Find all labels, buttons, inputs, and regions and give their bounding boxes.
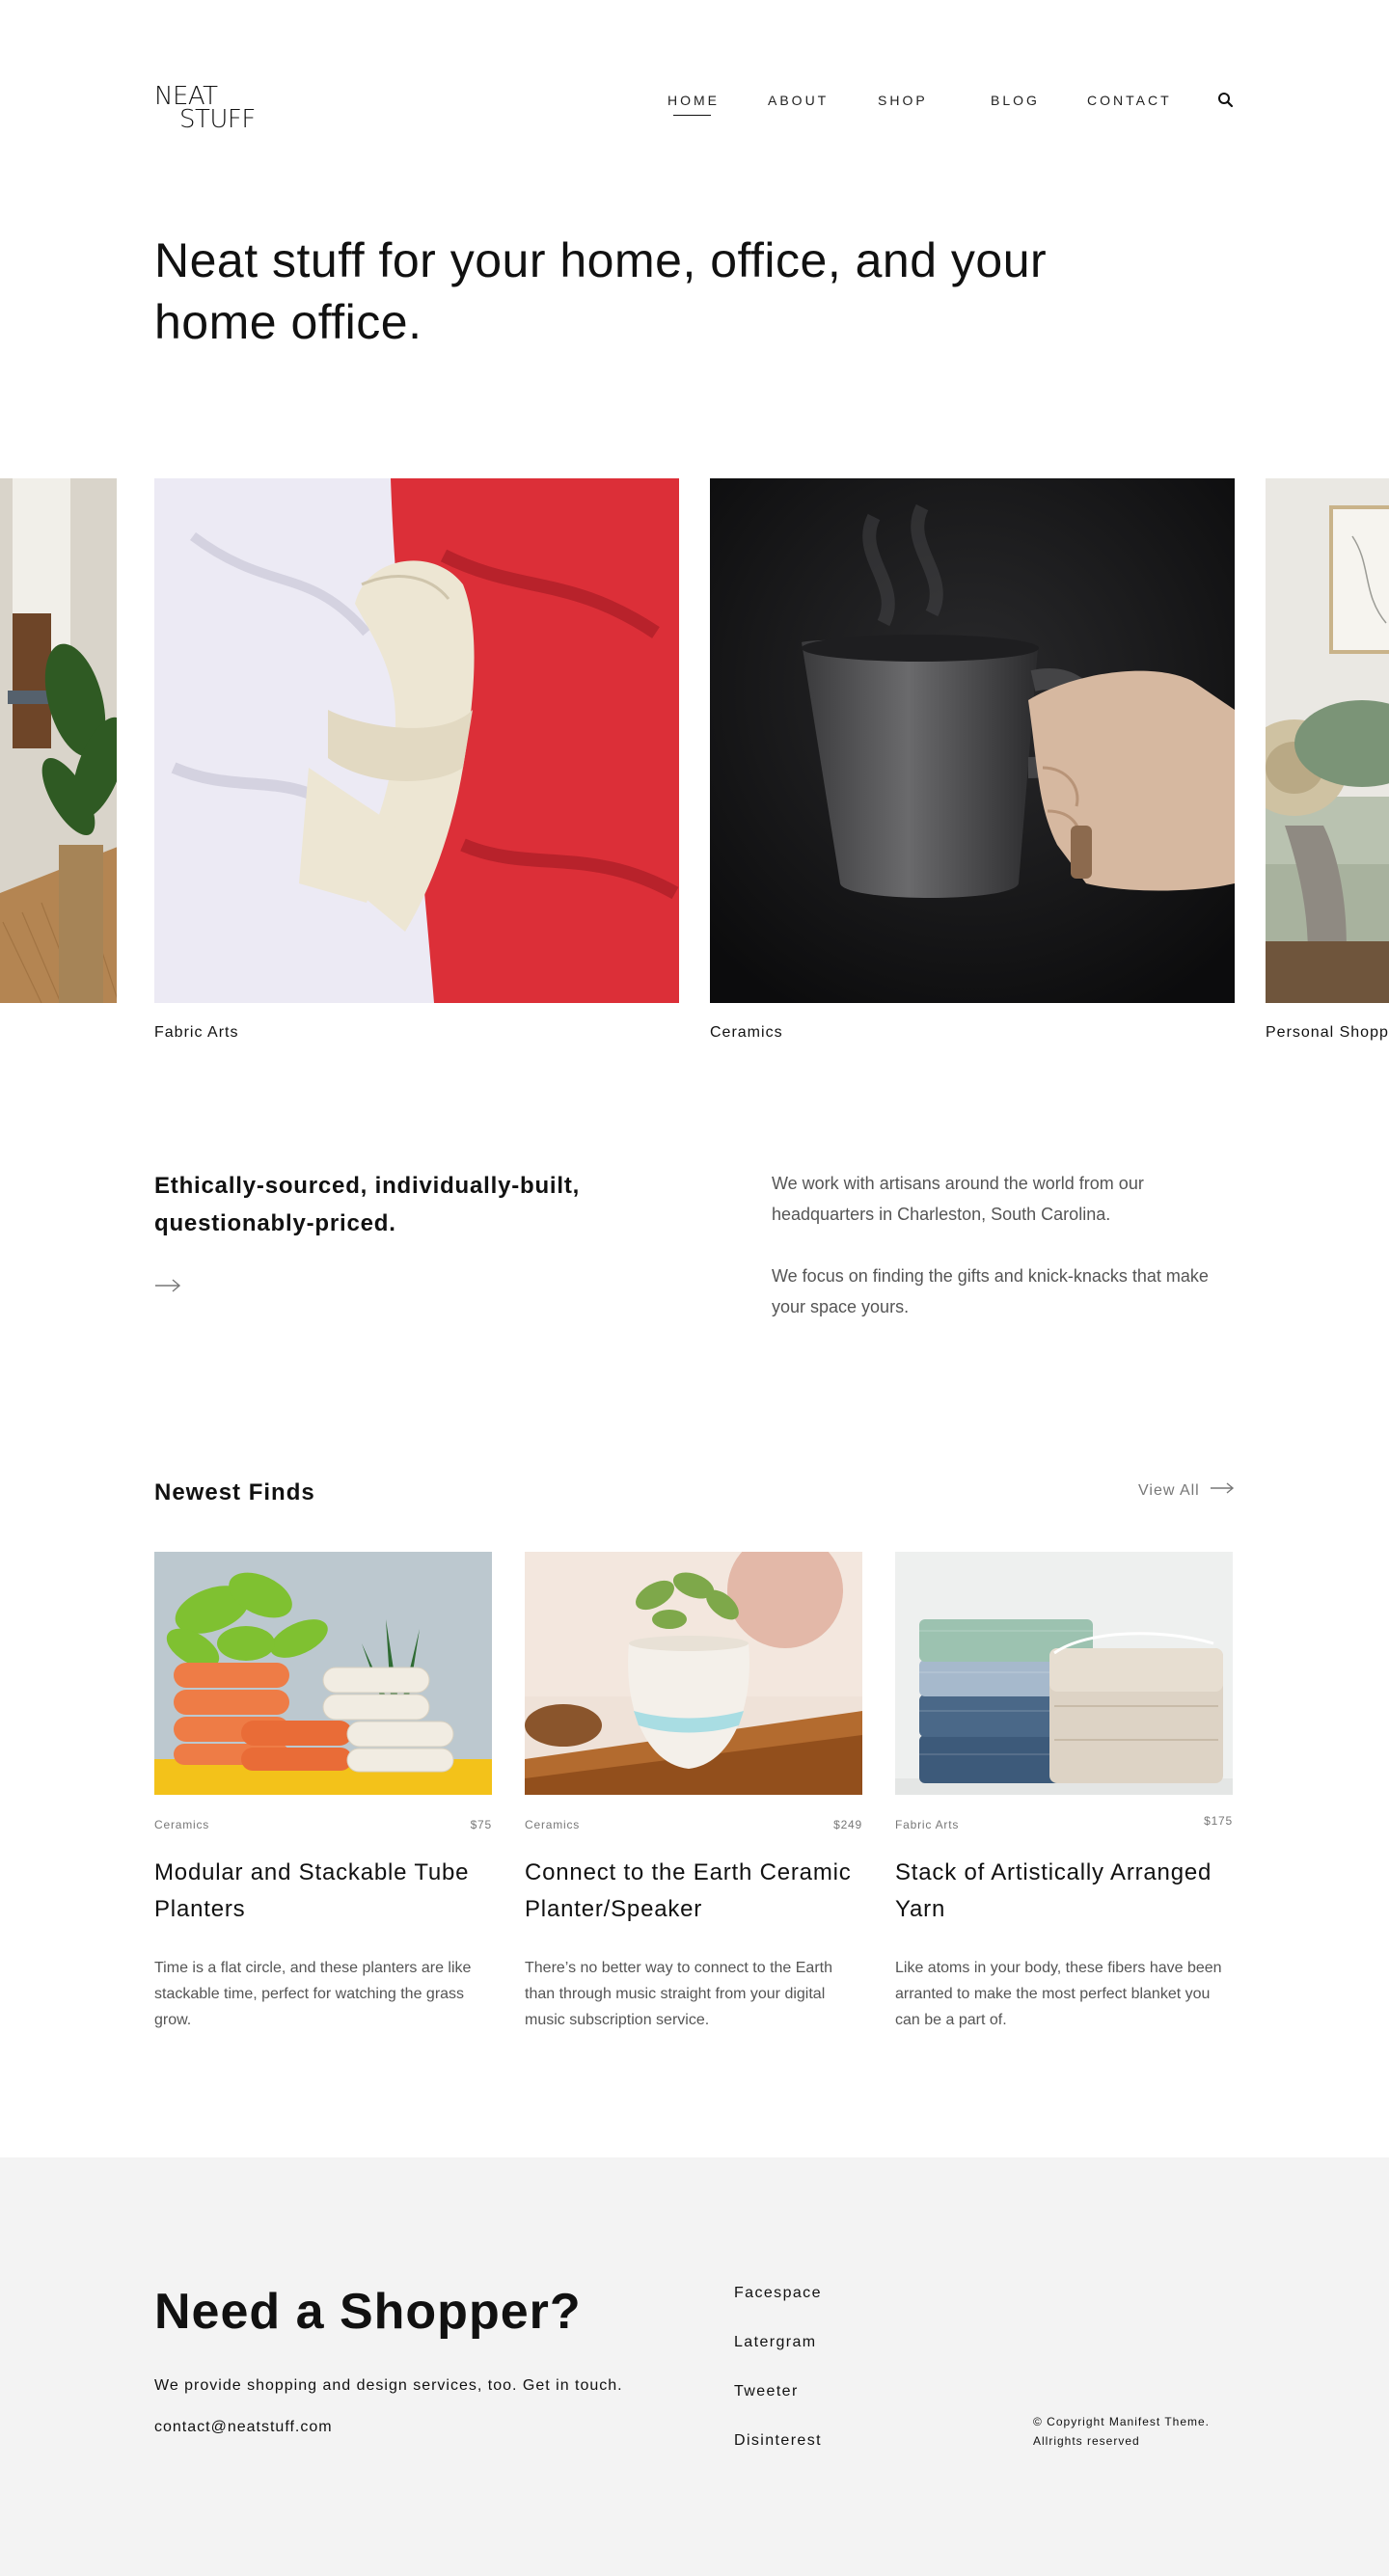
carousel-slide-ceramics[interactable]: Ceramics: [710, 478, 1235, 1042]
product-title[interactable]: Modular and Stackable Tube Planters: [154, 1855, 492, 1928]
product-card[interactable]: Fabric Arts $175 Stack of Artistically A…: [895, 1552, 1233, 2033]
copyright: © Copyright Manifest Theme. Allrights re…: [1033, 2412, 1210, 2451]
intro-heading: Ethically-sourced, individually-built, q…: [154, 1173, 581, 1236]
intro-text: We work with artisans around the world f…: [772, 1168, 1244, 1322]
hero-title: Neat stuff for your home, office, and yo…: [154, 233, 1048, 349]
product-card[interactable]: Ceramics $249 Connect to the Earth Ceram…: [525, 1552, 862, 2033]
product-meta: Ceramics $249: [525, 1818, 862, 1831]
product-category: Fabric Arts: [895, 1818, 960, 1831]
footer-title: Need a Shopper?: [154, 2284, 582, 2340]
product-image-planter-speaker: [525, 1552, 862, 1795]
scarf-image: [154, 478, 679, 1003]
footer-text: We provide shopping and design services,…: [154, 2377, 623, 2394]
nav-about[interactable]: ABOUT: [768, 93, 829, 108]
product-category: Ceramics: [525, 1818, 581, 1831]
nav-home[interactable]: HOME: [667, 93, 720, 116]
interior-image: [0, 478, 123, 1003]
copyright-line-1: © Copyright Manifest Theme.: [1033, 2415, 1211, 2428]
sofa-image: [1266, 478, 1389, 1003]
product-meta: Fabric Arts $175: [895, 1814, 1233, 1831]
product-title[interactable]: Stack of Artistically Arranged Yarn: [895, 1855, 1233, 1928]
arrow-right-icon[interactable]: [154, 1277, 181, 1294]
social-link-facespace[interactable]: Facespace: [734, 2285, 822, 2302]
footer-email-link[interactable]: contact@neatstuff.com: [154, 2419, 333, 2436]
product-price: $175: [1204, 1814, 1233, 1828]
social-link-disinterest[interactable]: Disinterest: [734, 2432, 822, 2450]
carousel-slide-fabric-arts[interactable]: Fabric Arts: [154, 478, 679, 1042]
social-link-latergram[interactable]: Latergram: [734, 2334, 817, 2351]
site-footer: Need a Shopper? We provide shopping and …: [0, 2157, 1389, 2576]
site-header: NEAT STUFF HOME ABOUT SHOP BLOG CONTACT: [0, 0, 1389, 193]
arrow-right-icon: [1210, 1481, 1235, 1500]
product-card[interactable]: Ceramics $75 Modular and Stackable Tube …: [154, 1552, 492, 2033]
product-price: $249: [833, 1818, 862, 1831]
mug-image: [710, 478, 1235, 1003]
product-meta: Ceramics $75: [154, 1818, 492, 1831]
intro-paragraph-2: We focus on finding the gifts and knick-…: [772, 1266, 1209, 1316]
carousel-slide-personal-shopping[interactable]: Personal Shopp: [1266, 478, 1389, 1042]
social-link-tweeter[interactable]: Tweeter: [734, 2383, 799, 2400]
product-category: Ceramics: [154, 1818, 210, 1831]
newest-finds-title: Newest Finds: [154, 1479, 315, 1505]
category-carousel: Fabric Arts Ceramics Personal Shopp: [0, 478, 1389, 1057]
product-price: $75: [470, 1818, 492, 1831]
carousel-slide-interior[interactable]: [0, 478, 123, 1003]
nav-contact[interactable]: CONTACT: [1087, 93, 1172, 108]
intro-paragraph-1: We work with artisans around the world f…: [772, 1174, 1144, 1224]
product-image-yarn: [895, 1552, 1233, 1795]
slide-caption: Fabric Arts: [154, 1024, 239, 1041]
product-title[interactable]: Connect to the Earth Ceramic Planter/Spe…: [525, 1855, 862, 1928]
slide-caption: Personal Shopp: [1266, 1024, 1389, 1041]
product-description: Time is a flat circle, and these planter…: [154, 1960, 472, 2028]
view-all-link[interactable]: View All: [1138, 1481, 1235, 1500]
copyright-line-2: Allrights reserved: [1033, 2434, 1140, 2448]
nav-shop[interactable]: SHOP: [878, 93, 928, 108]
product-description: There’s no better way to connect to the …: [525, 1960, 832, 2028]
view-all-label: View All: [1138, 1481, 1200, 1499]
main-nav: HOME ABOUT SHOP BLOG CONTACT: [0, 93, 1389, 116]
slide-caption: Ceramics: [710, 1024, 783, 1041]
product-image-tube-planters: [154, 1552, 492, 1795]
search-icon[interactable]: [1216, 91, 1236, 110]
product-description: Like atoms in your body, these fibers ha…: [895, 1960, 1222, 2028]
nav-blog[interactable]: BLOG: [991, 93, 1040, 108]
